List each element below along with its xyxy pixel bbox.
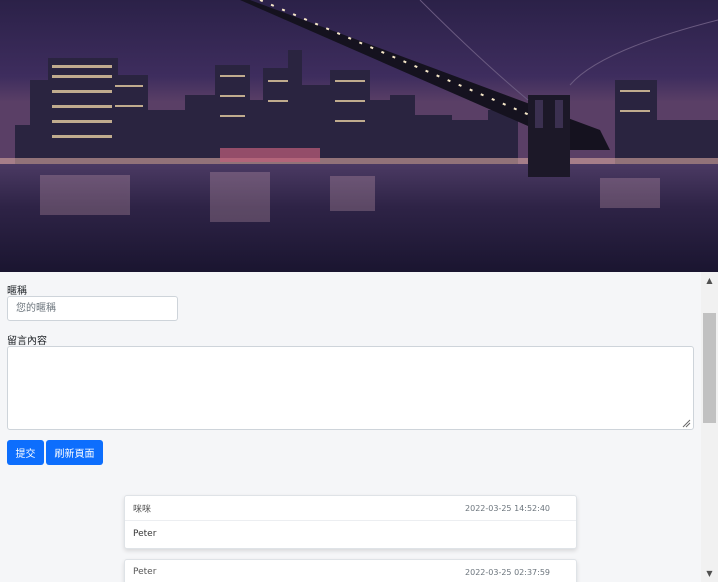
message-label: 留言內容	[7, 336, 47, 347]
message-textarea[interactable]	[7, 346, 694, 430]
scrollbar-thumb[interactable]	[703, 313, 716, 423]
guestbook-content: 暱稱 留言內容 提交 刷新頁面 咪咪 2022-03-25 14:52:40 P…	[0, 272, 701, 582]
message-card-header: Peter 2022-03-25 02:37:59	[125, 560, 576, 582]
message-timestamp: 2022-03-25 02:37:59	[465, 567, 550, 577]
message-card: Peter 2022-03-25 02:37:59	[124, 559, 577, 582]
submit-button[interactable]: 提交	[7, 440, 44, 465]
message-timestamp: 2022-03-25 14:52:40	[465, 503, 550, 513]
scroll-down-arrow-icon[interactable]: ▼	[701, 565, 718, 582]
scroll-up-arrow-icon[interactable]: ▲	[701, 272, 718, 289]
message-card: 咪咪 2022-03-25 14:52:40 Peter	[124, 495, 577, 549]
nickname-input[interactable]	[7, 296, 178, 321]
hero-banner-image	[0, 0, 718, 272]
resize-grip-icon[interactable]	[681, 418, 691, 428]
message-content: Peter	[133, 529, 157, 539]
nickname-label: 暱稱	[7, 286, 27, 297]
message-card-header: 咪咪 2022-03-25 14:52:40	[125, 496, 576, 521]
vertical-scrollbar[interactable]: ▲ ▼	[701, 272, 718, 582]
message-author: Peter	[133, 567, 157, 577]
refresh-page-button[interactable]: 刷新頁面	[46, 440, 103, 465]
message-author: 咪咪	[133, 504, 152, 515]
